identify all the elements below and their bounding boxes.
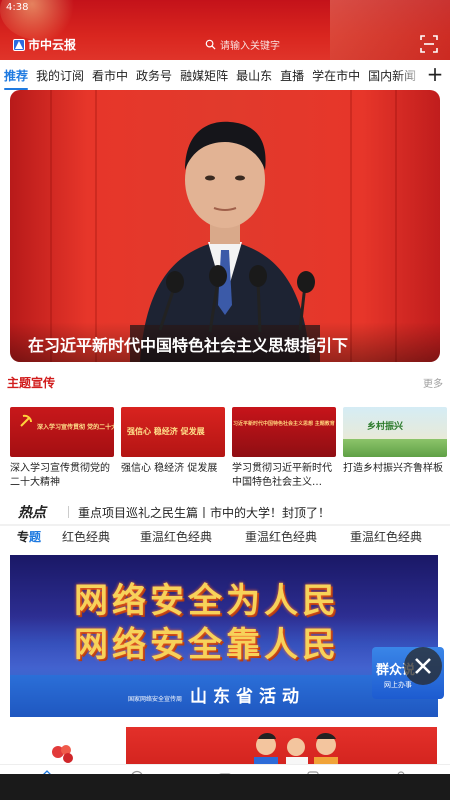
theme-cards: 深入学习宣传贯彻 党的二十大精神 深入学习宣传贯彻党的二十大精神 强信心 稳经济…	[10, 407, 450, 493]
tabs-fade	[396, 60, 426, 90]
party-emblem-icon	[20, 414, 32, 427]
tab-media-matrix[interactable]: 融媒矩阵	[176, 67, 232, 84]
section-divider	[0, 524, 450, 526]
card-thumbnail: 乡村振兴	[343, 407, 447, 457]
topic-item[interactable]: 重温红色经典	[140, 528, 212, 545]
topic-label: 专题	[17, 528, 41, 545]
channel-tabs: 推荐 我的订阅 看市中 政务号 融媒矩阵 最山东 直播 学在市中 国内新闻	[0, 60, 450, 90]
card-thumb-text: 强信心 稳经济 促发展	[127, 427, 205, 436]
bottom-navigation	[0, 764, 450, 800]
header: 4:38 市中云报 请输入关键字	[0, 0, 450, 60]
theme-section-header: 主题宣传 更多	[7, 374, 443, 392]
card-thumbnail: 深入学习宣传贯彻 党的二十大精神	[10, 407, 114, 457]
topic-label-part2: 题	[29, 530, 42, 544]
theme-card[interactable]: 深入学习宣传贯彻 党的二十大精神 深入学习宣传贯彻党的二十大精神	[10, 407, 114, 493]
search-icon	[205, 39, 216, 50]
card-thumb-text: 习近平新时代中国特色社会主义思想 主题教育	[233, 421, 335, 427]
flower-logo-icon	[52, 745, 73, 763]
app-name: 市中云报	[28, 38, 77, 52]
topic-label-part1: 专	[17, 530, 30, 544]
app-screen: 4:38 市中云报 请输入关键字 推荐 我的订阅 看市中 政务号 融媒矩阵 最山…	[0, 0, 450, 800]
theme-card[interactable]: 习近平新时代中国特色社会主义思想 主题教育 学习贯彻习近平新时代中国特色社会主义…	[232, 407, 336, 493]
card-title: 强信心 稳经济 促发展	[121, 463, 218, 474]
topic-item[interactable]: 重温红色经典	[245, 528, 317, 545]
hot-label: 热点	[18, 505, 46, 521]
banner-line1: 网络安全为人民	[74, 581, 340, 621]
tab-my-subscriptions[interactable]: 我的订阅	[32, 67, 88, 84]
tab-government[interactable]: 政务号	[132, 67, 176, 84]
card-title: 深入学习宣传贯彻党的二十大精神	[10, 463, 110, 488]
card-thumb-text: 乡村振兴	[367, 422, 404, 432]
banner-activity: 山东省活动	[190, 687, 305, 707]
card-thumb-text: 深入学习宣传贯彻 党的二十大精神	[37, 424, 114, 431]
theme-card[interactable]: 乡村振兴 打造乡村振兴齐鲁样板	[343, 407, 447, 493]
hot-news[interactable]: 热点 重点项目巡礼之民生篇丨市中的大学！封顶了！	[0, 502, 450, 524]
tab-shandong[interactable]: 最山东	[232, 67, 276, 84]
field-decoration	[343, 439, 447, 457]
topic-tabs: 专题 红色经典 重温红色经典 重温红色经典 重温红色经典	[0, 528, 450, 548]
more-link[interactable]: 更多	[423, 375, 443, 390]
banner-line2: 网络安全靠人民	[74, 625, 340, 665]
tab-shizhong[interactable]: 看市中	[88, 67, 132, 84]
search-input[interactable]: 请输入关键字	[205, 34, 405, 54]
card-title: 打造乡村振兴齐鲁样板	[343, 463, 443, 474]
tab-study[interactable]: 学在市中	[308, 67, 364, 84]
card-title: 学习贯彻习近平新时代中国特色社会主义…	[232, 463, 332, 488]
scan-icon[interactable]	[420, 35, 438, 53]
card-thumbnail: 强信心 稳经济 促发展	[121, 407, 225, 457]
tab-recommend[interactable]: 推荐	[0, 67, 32, 90]
add-channel-icon[interactable]: +	[426, 62, 444, 86]
topic-item[interactable]: 重温红色经典	[350, 528, 422, 545]
close-icon	[415, 658, 431, 674]
search-placeholder: 请输入关键字	[220, 40, 280, 52]
system-gesture-bar	[0, 774, 450, 800]
logo-icon	[13, 38, 25, 51]
float-ad-sub: 网上办事	[384, 681, 412, 689]
hero-caption: 在习近平新时代中国特色社会主义思想指引下	[28, 336, 349, 355]
app-logo: 市中云报	[13, 36, 76, 53]
hot-headline[interactable]: 重点项目巡礼之民生篇丨市中的大学！封顶了！	[78, 504, 330, 521]
section-title: 主题宣传	[7, 376, 56, 390]
divider	[68, 506, 69, 518]
tab-live[interactable]: 直播	[276, 67, 308, 84]
theme-card[interactable]: 强信心 稳经济 促发展 强信心 稳经济 促发展	[121, 407, 225, 493]
close-ad-button[interactable]	[404, 647, 442, 685]
status-time: 4:38	[6, 2, 29, 13]
banner-org: 国家网络安全宣传周	[128, 696, 183, 703]
hero-banner[interactable]: 在习近平新时代中国特色社会主义思想指引下	[10, 90, 440, 362]
topic-item[interactable]: 红色经典	[62, 528, 110, 545]
hero-caption-overlay: 在习近平新时代中国特色社会主义思想指引下	[10, 322, 440, 362]
card-thumbnail: 习近平新时代中国特色社会主义思想 主题教育	[232, 407, 336, 457]
